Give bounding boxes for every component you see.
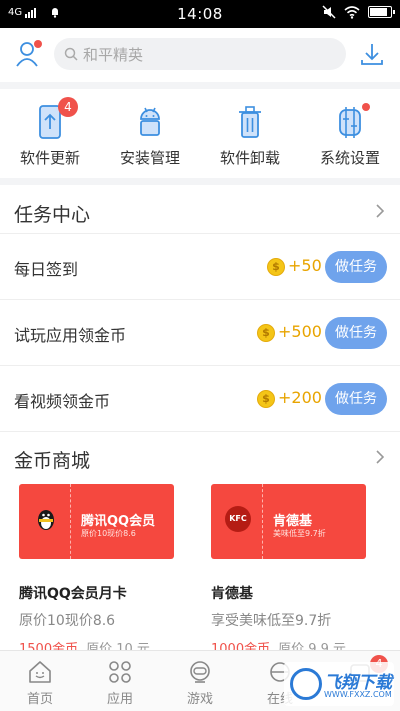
coupon-title: 肯德基 — [273, 514, 313, 529]
top-header: 和平精英 — [0, 28, 400, 82]
game-icon — [190, 661, 210, 683]
status-bar: 4G 14:08 — [0, 0, 400, 28]
section-title: 金币商城 — [14, 450, 91, 472]
product-price: 1500金币 原价 10 元 — [19, 638, 150, 650]
status-right — [322, 5, 395, 19]
original-price: 原价 9.9 元 — [278, 642, 347, 650]
tab-home[interactable]: 首页 — [0, 651, 80, 711]
tab-label: 首页 — [26, 692, 53, 707]
qq-penguin-icon — [38, 510, 54, 530]
trash-icon — [239, 106, 261, 138]
task-reward: +200 — [278, 388, 322, 407]
android-icon — [140, 107, 160, 136]
do-task-button[interactable]: 做任务 — [325, 383, 387, 415]
tab-apps[interactable]: 应用 — [80, 651, 160, 711]
wifi-icon — [344, 5, 360, 19]
divider — [0, 178, 400, 185]
quick-label: 系统设置 — [319, 149, 380, 167]
shop-card[interactable]: 腾讯QQ会员 原价10现价8.6 腾讯QQ会员月卡 原价10现价8.6 1500… — [19, 480, 194, 650]
do-task-button[interactable]: 做任务 — [325, 317, 387, 349]
coin-icon: $ — [267, 258, 285, 276]
coupon-subtitle: 美味低至9.7折 — [273, 529, 326, 538]
watermark-emblem — [290, 668, 322, 700]
quick-system-settings[interactable]: 系统设置 — [300, 89, 400, 178]
task-row: 试玩应用领金币 $ +500 做任务 — [0, 299, 400, 365]
update-count-badge: 4 — [58, 97, 78, 117]
original-price: 原价 10 元 — [86, 642, 150, 650]
chevron-right-icon — [376, 450, 384, 464]
settings-icon — [339, 107, 361, 138]
product-desc: 享受美味低至9.7折 — [211, 613, 332, 629]
quick-software-update[interactable]: 4 软件更新 — [0, 89, 100, 178]
app-screen: 4G 14:08 和平精英 4 软件更新 安装管理 软件卸载 系统设置 任务中心… — [0, 0, 400, 711]
coin-icon: $ — [257, 324, 275, 342]
product-desc: 原价10现价8.6 — [19, 613, 116, 629]
task-reward: +50 — [288, 256, 322, 275]
coupon-ticket: 腾讯QQ会员 原价10现价8.6 — [19, 484, 174, 559]
shop-card[interactable]: KFC 肯德基 美味低至9.7折 肯德基 享受美味低至9.7折 1000金币 原价… — [211, 480, 386, 650]
chevron-right-icon — [376, 204, 384, 218]
task-name: 试玩应用领金币 — [14, 326, 127, 345]
tab-games[interactable]: 游戏 — [160, 651, 240, 711]
section-title: 任务中心 — [14, 204, 91, 226]
coin-price: 1000金币 — [211, 642, 271, 650]
user-profile-button[interactable] — [14, 40, 42, 68]
quick-label: 安装管理 — [119, 149, 180, 167]
search-icon — [64, 47, 78, 61]
apps-icon — [109, 661, 131, 683]
kfc-logo-icon: KFC — [225, 506, 251, 532]
coin-shop-header[interactable]: 金币商城 — [0, 438, 400, 478]
divider — [0, 82, 400, 89]
tab-label: 游戏 — [186, 692, 213, 707]
watermark-logo: 飞翔下载 WWW.FXXZ.COM — [284, 662, 394, 706]
search-box[interactable]: 和平精英 — [54, 38, 346, 70]
coin-icon: $ — [257, 390, 275, 408]
product-price: 1000金币 原价 9.9 元 — [211, 638, 346, 650]
divider — [0, 431, 400, 432]
quick-uninstall[interactable]: 软件卸载 — [200, 89, 300, 178]
task-center-header[interactable]: 任务中心 — [0, 192, 400, 232]
task-row: 看视频领金币 $ +200 做任务 — [0, 365, 400, 431]
battery-icon — [368, 6, 395, 18]
quick-label: 软件卸载 — [219, 149, 280, 167]
coupon-title: 腾讯QQ会员 — [81, 514, 156, 529]
tab-label: 应用 — [106, 692, 133, 707]
download-icon — [361, 44, 383, 65]
home-icon — [29, 661, 51, 683]
coupon-ticket: KFC 肯德基 美味低至9.7折 — [211, 484, 366, 559]
coin-price: 1500金币 — [19, 642, 79, 650]
coupon-subtitle: 原价10现价8.6 — [81, 529, 136, 538]
settings-notification-dot — [362, 103, 370, 111]
task-name: 看视频领金币 — [14, 392, 111, 411]
quick-label: 软件更新 — [19, 149, 80, 167]
coin-shop-list: 腾讯QQ会员 原价10现价8.6 腾讯QQ会员月卡 原价10现价8.6 1500… — [0, 480, 400, 650]
product-name: 腾讯QQ会员月卡 — [19, 586, 127, 602]
do-task-button[interactable]: 做任务 — [325, 251, 387, 283]
task-name: 每日签到 — [14, 260, 79, 279]
search-placeholder: 和平精英 — [83, 45, 144, 64]
quick-actions: 4 软件更新 安装管理 软件卸载 系统设置 — [0, 89, 400, 178]
task-row: 每日签到 $ +50 做任务 — [0, 233, 400, 299]
mute-icon — [322, 5, 336, 19]
watermark-url: WWW.FXXZ.COM — [324, 690, 392, 699]
download-button[interactable] — [360, 40, 384, 68]
notification-dot — [34, 40, 42, 48]
quick-install-manage[interactable]: 安装管理 — [100, 89, 200, 178]
task-reward: +500 — [278, 322, 322, 341]
product-name: 肯德基 — [211, 586, 253, 602]
